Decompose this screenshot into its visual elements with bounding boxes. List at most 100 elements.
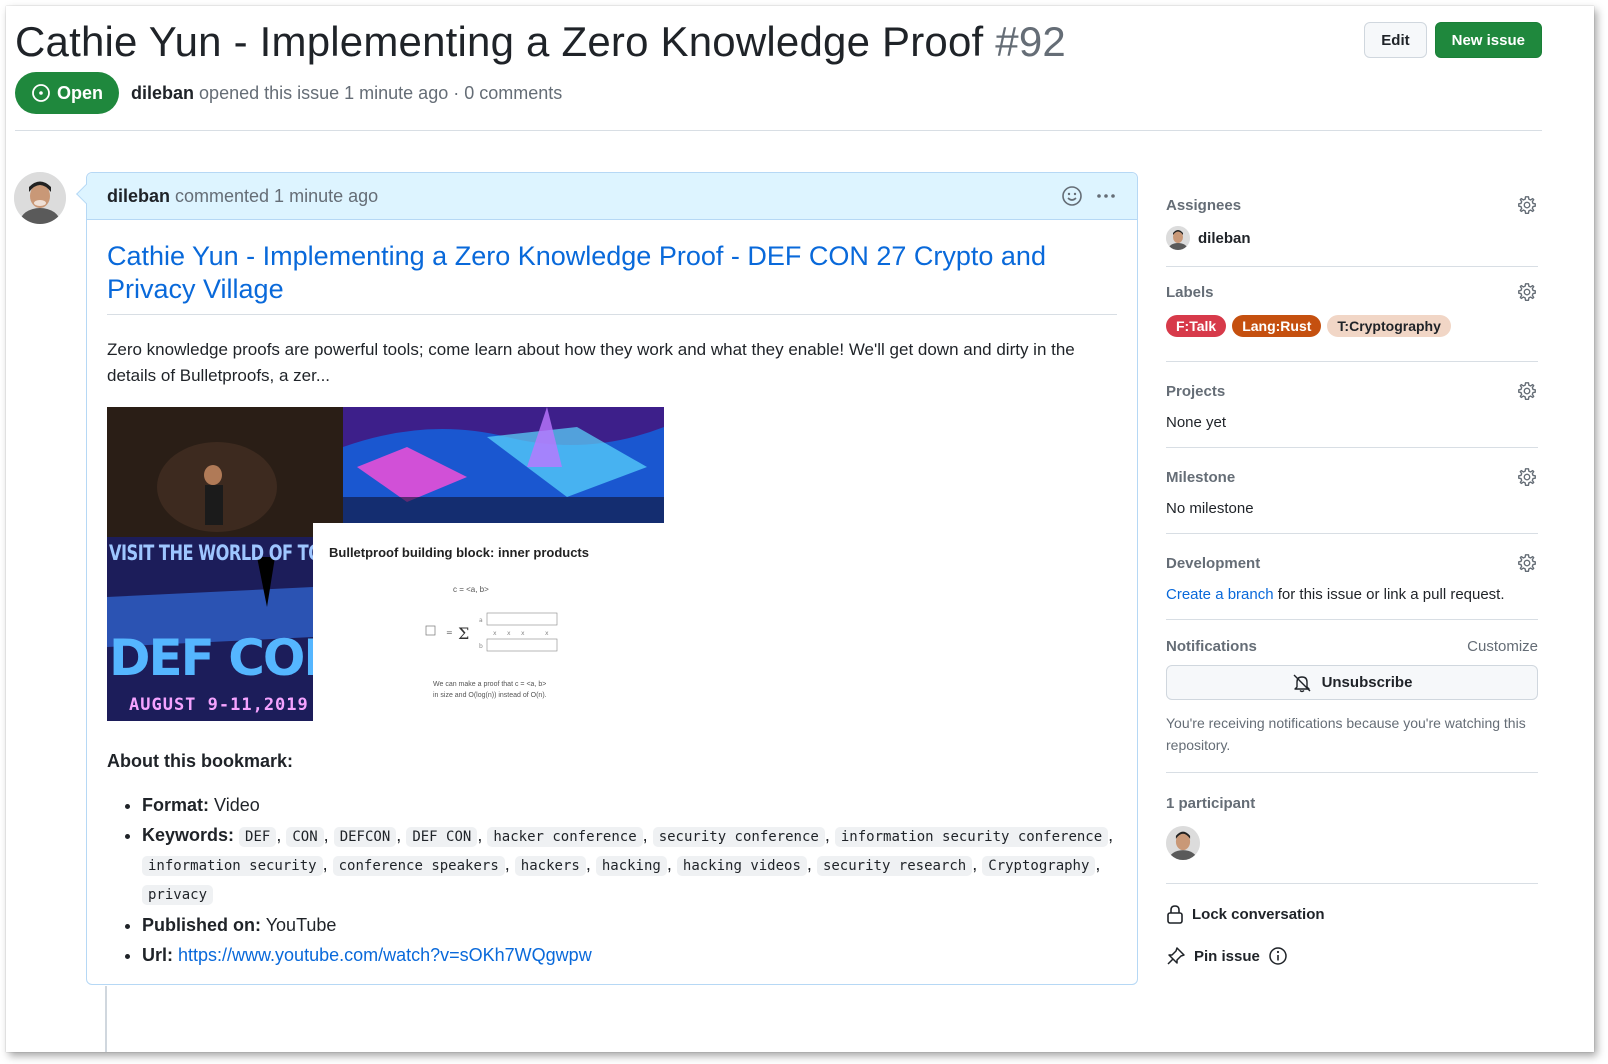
svg-text:Σ: Σ [458,624,469,643]
svg-text:x: x [545,630,549,637]
keyword-chip: DEF [239,827,277,847]
participants-list [1166,826,1538,865]
sidebar-projects: Projects None yet [1166,362,1538,448]
label-chip[interactable]: Lang:Rust [1232,315,1322,337]
development-rest: for this issue or link a pull request. [1273,586,1505,603]
avatar [1166,226,1190,250]
sidebar-assignees: Assignees dileban [1166,180,1538,267]
milestone-value: No milestone [1166,500,1254,517]
unsubscribe-button[interactable]: Unsubscribe [1166,665,1538,700]
url-label: Url: [142,945,173,965]
comment-author-link[interactable]: dileban [107,186,170,207]
issue-number: #92 [995,18,1066,65]
keyword-chip: hacker conference [487,827,643,847]
header-actions: Edit New issue [1364,22,1542,58]
avatar[interactable] [14,172,66,224]
assignee-name: dileban [1198,229,1251,247]
label-chip[interactable]: T:Cryptography [1327,315,1451,337]
keyword-chip: CON [286,827,324,847]
svg-text:b: b [479,643,483,650]
pin-icon [1166,946,1186,966]
fact-format: Format: Video [142,792,1117,819]
edit-button[interactable]: Edit [1364,22,1427,58]
pin-issue-button[interactable]: Pin issue [1166,946,1538,966]
unsubscribe-label: Unsubscribe [1321,674,1413,691]
sidebar-lock: Lock conversation [1166,884,1538,924]
keyword-chip: hacking [595,856,667,876]
svg-text:x: x [507,630,511,637]
participants-heading: 1 participant [1166,795,1256,812]
slide-foot-line-1: We can make a proof that c = <a, b> [433,681,547,688]
milestone-heading: Milestone [1166,468,1236,486]
bookmark-description: Zero knowledge proofs are powerful tools… [107,340,1075,385]
published-value: YouTube [265,915,337,935]
notifications-heading: Notifications [1166,638,1257,655]
new-issue-button[interactable]: New issue [1434,22,1542,58]
slide-footnote: We can make a proof that c = <a, b> in s… [433,679,547,701]
lock-conversation-button[interactable]: Lock conversation [1166,904,1538,924]
svg-text:=: = [446,628,453,637]
sidebar-development: Development Create a branch for this iss… [1166,534,1538,620]
pin-label: Pin issue [1194,947,1260,965]
bookmark-facts: Format: Video Keywords: DEF, CON, DEFCON… [142,792,1117,969]
svg-text:x: x [521,630,525,637]
format-value: Video [214,795,260,815]
keywords-label: Keywords: [142,825,235,845]
svg-text:x: x [493,630,497,637]
gear-icon[interactable] [1516,380,1538,402]
development-header: Development [1166,552,1538,574]
comment-body: Cathie Yun - Implementing a Zero Knowled… [87,220,1137,992]
issue-comment: dileban commented 1 minute ago Cathie Yu… [76,172,1138,985]
keyword-chip: information security [142,856,323,876]
participants-header: 1 participant [1166,795,1538,812]
gear-icon[interactable] [1516,194,1538,216]
keyword-chip: DEFCON [333,827,397,847]
assignees-heading: Assignees [1166,196,1242,214]
smiley-icon[interactable] [1061,185,1083,207]
video-url-link[interactable]: https://www.youtube.com/watch?v=sOKh7WQg… [178,945,592,965]
projects-value: None yet [1166,414,1227,431]
gear-icon[interactable] [1516,466,1538,488]
format-label: Format: [142,795,209,815]
info-icon[interactable] [1268,946,1288,966]
gear-icon[interactable] [1516,552,1538,574]
fact-url: Url: https://www.youtube.com/watch?v=sOK… [142,942,1117,969]
customize-link[interactable]: Customize [1467,638,1538,655]
state-label: Open [57,82,104,103]
keyword-chip: Cryptography [982,856,1096,876]
issue-state-row: Open dileban opened this issue 1 minute … [15,72,562,114]
avatar[interactable] [1166,826,1200,860]
create-branch-link[interactable]: Create a branch [1166,586,1274,603]
thumb-date-text: AUGUST 9-11,2019 [129,695,309,715]
issue-title-text: Cathie Yun - Implementing a Zero Knowled… [15,18,984,65]
issue-meta: dileban opened this issue 1 minute ago ·… [131,83,562,104]
published-label: Published on: [142,915,261,935]
video-thumbnail[interactable]: VISIT THE WORLD OF TOMORROW DEF CON AUGU… [107,407,664,721]
kebab-icon[interactable] [1095,185,1117,207]
keyword-chip: DEF CON [406,827,478,847]
sidebar-pin: Pin issue [1166,924,1538,966]
state-badge: Open [15,72,120,114]
bookmark-title-link[interactable]: Cathie Yun - Implementing a Zero Knowled… [107,240,1117,315]
assignee-item[interactable]: dileban [1166,226,1538,250]
lock-icon [1166,904,1184,924]
svg-text:a: a [479,617,483,624]
keyword-chip: security conference [652,827,825,847]
bell-slash-icon [1292,673,1312,693]
labels-list: F:Talk Lang:Rust T:Cryptography [1166,315,1538,337]
labels-heading: Labels [1166,283,1214,301]
sidebar-notifications: Notifications Customize Unsubscribe You'… [1166,620,1538,773]
slide-foot-line-2: in size and O(log(n)) instead of O(n). [433,692,547,699]
sidebar-labels: Labels F:Talk Lang:Rust T:Cryptography [1166,267,1538,362]
fact-published: Published on: YouTube [142,912,1117,939]
comment-meta: commented 1 minute ago [175,185,379,206]
development-heading: Development [1166,554,1261,572]
label-chip[interactable]: F:Talk [1166,315,1227,337]
issue-author-link[interactable]: dileban [131,83,194,103]
issue-page: Cathie Yun - Implementing a Zero Knowled… [6,6,1594,1052]
sidebar-participants: 1 participant [1166,773,1538,884]
keyword-chip: hackers [514,856,586,876]
gear-icon[interactable] [1516,281,1538,303]
keyword-chip: information security conference [834,827,1109,847]
issue-title: Cathie Yun - Implementing a Zero Knowled… [15,18,1066,66]
